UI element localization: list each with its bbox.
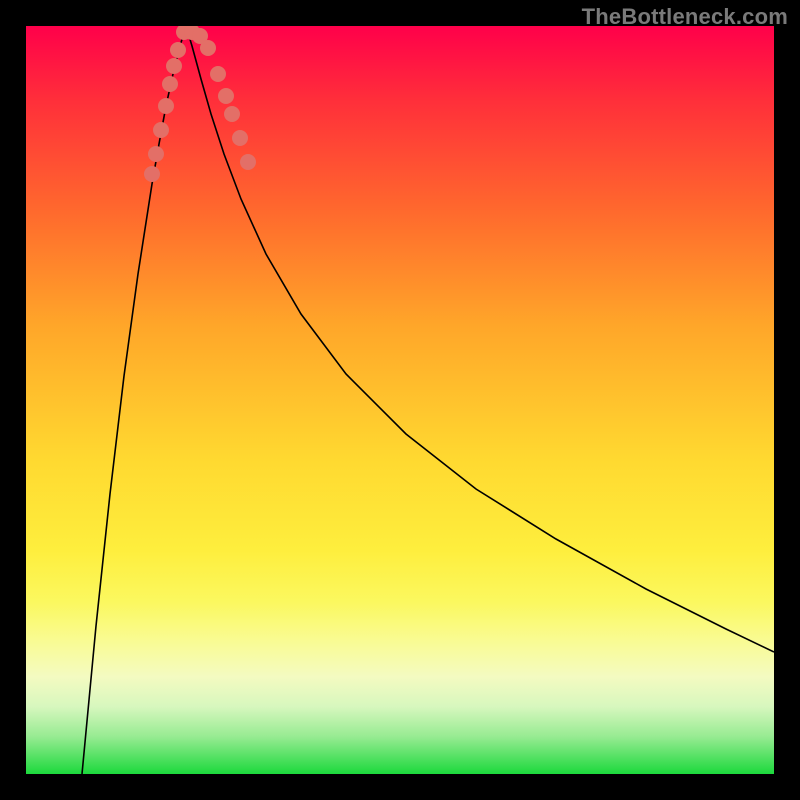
data-marker	[200, 40, 216, 56]
data-marker	[144, 166, 160, 182]
data-marker	[232, 130, 248, 146]
plot-area	[26, 26, 774, 774]
data-marker	[148, 146, 164, 162]
data-marker	[224, 106, 240, 122]
curves-svg	[26, 26, 774, 774]
data-marker	[166, 58, 182, 74]
data-marker	[170, 42, 186, 58]
marker-group	[144, 26, 256, 182]
data-marker	[218, 88, 234, 104]
right-curve	[186, 26, 774, 652]
data-marker	[158, 98, 174, 114]
chart-frame: TheBottleneck.com	[0, 0, 800, 800]
data-marker	[162, 76, 178, 92]
data-marker	[240, 154, 256, 170]
data-marker	[153, 122, 169, 138]
left-curve	[82, 26, 186, 774]
data-marker	[210, 66, 226, 82]
